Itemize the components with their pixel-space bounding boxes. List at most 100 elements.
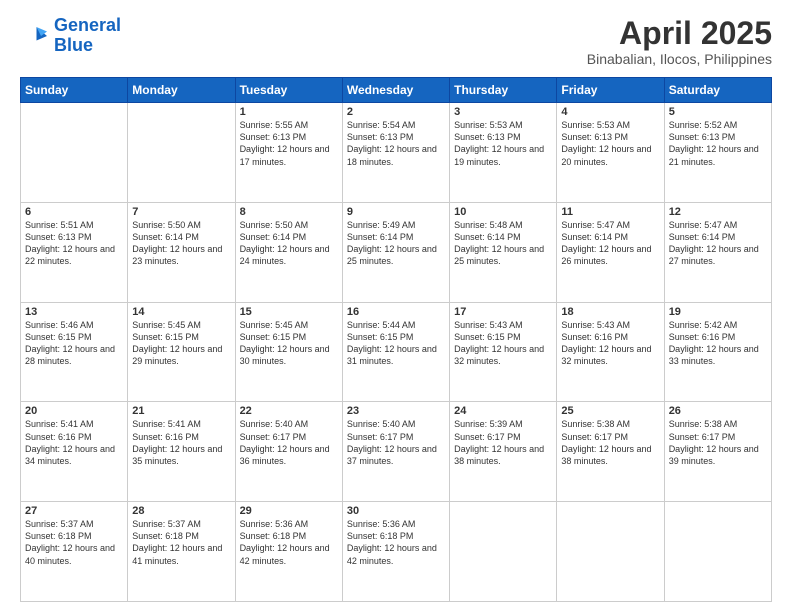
day-number: 28 bbox=[132, 505, 230, 517]
weekday-header-cell: Thursday bbox=[450, 78, 557, 103]
day-info: Sunrise: 5:43 AMSunset: 6:16 PMDaylight:… bbox=[561, 319, 659, 368]
day-info: Sunrise: 5:52 AMSunset: 6:13 PMDaylight:… bbox=[669, 119, 767, 168]
calendar-week-row: 20Sunrise: 5:41 AMSunset: 6:16 PMDayligh… bbox=[21, 402, 772, 502]
day-info: Sunrise: 5:44 AMSunset: 6:15 PMDaylight:… bbox=[347, 319, 445, 368]
day-info: Sunrise: 5:45 AMSunset: 6:15 PMDaylight:… bbox=[240, 319, 338, 368]
day-number: 10 bbox=[454, 206, 552, 218]
calendar-day-cell: 11Sunrise: 5:47 AMSunset: 6:14 PMDayligh… bbox=[557, 202, 664, 302]
day-number: 2 bbox=[347, 106, 445, 118]
page: General Blue April 2025 Binabalian, Iloc… bbox=[0, 0, 792, 612]
day-number: 20 bbox=[25, 405, 123, 417]
calendar-day-cell bbox=[557, 502, 664, 602]
calendar-day-cell: 1Sunrise: 5:55 AMSunset: 6:13 PMDaylight… bbox=[235, 103, 342, 203]
weekday-header-cell: Monday bbox=[128, 78, 235, 103]
logo-icon bbox=[20, 21, 50, 51]
calendar-day-cell bbox=[664, 502, 771, 602]
calendar-day-cell: 30Sunrise: 5:36 AMSunset: 6:18 PMDayligh… bbox=[342, 502, 449, 602]
day-number: 6 bbox=[25, 206, 123, 218]
day-info: Sunrise: 5:42 AMSunset: 6:16 PMDaylight:… bbox=[669, 319, 767, 368]
calendar-week-row: 1Sunrise: 5:55 AMSunset: 6:13 PMDaylight… bbox=[21, 103, 772, 203]
day-info: Sunrise: 5:47 AMSunset: 6:14 PMDaylight:… bbox=[669, 219, 767, 268]
day-number: 16 bbox=[347, 306, 445, 318]
calendar-day-cell bbox=[128, 103, 235, 203]
calendar-day-cell: 5Sunrise: 5:52 AMSunset: 6:13 PMDaylight… bbox=[664, 103, 771, 203]
calendar-day-cell: 21Sunrise: 5:41 AMSunset: 6:16 PMDayligh… bbox=[128, 402, 235, 502]
calendar-day-cell: 7Sunrise: 5:50 AMSunset: 6:14 PMDaylight… bbox=[128, 202, 235, 302]
header-right: April 2025 Binabalian, Ilocos, Philippin… bbox=[587, 16, 772, 67]
day-info: Sunrise: 5:51 AMSunset: 6:13 PMDaylight:… bbox=[25, 219, 123, 268]
logo: General Blue bbox=[20, 16, 121, 56]
day-info: Sunrise: 5:47 AMSunset: 6:14 PMDaylight:… bbox=[561, 219, 659, 268]
calendar-body: 1Sunrise: 5:55 AMSunset: 6:13 PMDaylight… bbox=[21, 103, 772, 602]
day-number: 25 bbox=[561, 405, 659, 417]
weekday-header-cell: Saturday bbox=[664, 78, 771, 103]
day-number: 5 bbox=[669, 106, 767, 118]
calendar-day-cell: 13Sunrise: 5:46 AMSunset: 6:15 PMDayligh… bbox=[21, 302, 128, 402]
day-info: Sunrise: 5:43 AMSunset: 6:15 PMDaylight:… bbox=[454, 319, 552, 368]
day-info: Sunrise: 5:41 AMSunset: 6:16 PMDaylight:… bbox=[132, 418, 230, 467]
calendar-day-cell: 25Sunrise: 5:38 AMSunset: 6:17 PMDayligh… bbox=[557, 402, 664, 502]
day-number: 8 bbox=[240, 206, 338, 218]
calendar-day-cell: 26Sunrise: 5:38 AMSunset: 6:17 PMDayligh… bbox=[664, 402, 771, 502]
calendar-day-cell: 15Sunrise: 5:45 AMSunset: 6:15 PMDayligh… bbox=[235, 302, 342, 402]
day-info: Sunrise: 5:50 AMSunset: 6:14 PMDaylight:… bbox=[240, 219, 338, 268]
day-number: 14 bbox=[132, 306, 230, 318]
day-info: Sunrise: 5:36 AMSunset: 6:18 PMDaylight:… bbox=[240, 518, 338, 567]
calendar-day-cell bbox=[21, 103, 128, 203]
calendar-day-cell bbox=[450, 502, 557, 602]
day-number: 21 bbox=[132, 405, 230, 417]
header: General Blue April 2025 Binabalian, Iloc… bbox=[20, 16, 772, 67]
calendar-week-row: 13Sunrise: 5:46 AMSunset: 6:15 PMDayligh… bbox=[21, 302, 772, 402]
calendar-table: SundayMondayTuesdayWednesdayThursdayFrid… bbox=[20, 77, 772, 602]
calendar-day-cell: 24Sunrise: 5:39 AMSunset: 6:17 PMDayligh… bbox=[450, 402, 557, 502]
day-number: 22 bbox=[240, 405, 338, 417]
day-info: Sunrise: 5:45 AMSunset: 6:15 PMDaylight:… bbox=[132, 319, 230, 368]
calendar-day-cell: 20Sunrise: 5:41 AMSunset: 6:16 PMDayligh… bbox=[21, 402, 128, 502]
day-info: Sunrise: 5:40 AMSunset: 6:17 PMDaylight:… bbox=[240, 418, 338, 467]
day-info: Sunrise: 5:49 AMSunset: 6:14 PMDaylight:… bbox=[347, 219, 445, 268]
weekday-header-cell: Tuesday bbox=[235, 78, 342, 103]
day-info: Sunrise: 5:38 AMSunset: 6:17 PMDaylight:… bbox=[669, 418, 767, 467]
calendar-day-cell: 28Sunrise: 5:37 AMSunset: 6:18 PMDayligh… bbox=[128, 502, 235, 602]
location: Binabalian, Ilocos, Philippines bbox=[587, 51, 772, 67]
day-info: Sunrise: 5:53 AMSunset: 6:13 PMDaylight:… bbox=[561, 119, 659, 168]
calendar-day-cell: 8Sunrise: 5:50 AMSunset: 6:14 PMDaylight… bbox=[235, 202, 342, 302]
day-number: 24 bbox=[454, 405, 552, 417]
day-info: Sunrise: 5:53 AMSunset: 6:13 PMDaylight:… bbox=[454, 119, 552, 168]
day-number: 13 bbox=[25, 306, 123, 318]
day-number: 15 bbox=[240, 306, 338, 318]
weekday-header-cell: Sunday bbox=[21, 78, 128, 103]
calendar-day-cell: 18Sunrise: 5:43 AMSunset: 6:16 PMDayligh… bbox=[557, 302, 664, 402]
calendar-week-row: 6Sunrise: 5:51 AMSunset: 6:13 PMDaylight… bbox=[21, 202, 772, 302]
day-info: Sunrise: 5:41 AMSunset: 6:16 PMDaylight:… bbox=[25, 418, 123, 467]
calendar-day-cell: 3Sunrise: 5:53 AMSunset: 6:13 PMDaylight… bbox=[450, 103, 557, 203]
calendar-day-cell: 29Sunrise: 5:36 AMSunset: 6:18 PMDayligh… bbox=[235, 502, 342, 602]
day-number: 30 bbox=[347, 505, 445, 517]
day-number: 12 bbox=[669, 206, 767, 218]
day-number: 26 bbox=[669, 405, 767, 417]
day-info: Sunrise: 5:39 AMSunset: 6:17 PMDaylight:… bbox=[454, 418, 552, 467]
day-number: 7 bbox=[132, 206, 230, 218]
calendar-day-cell: 6Sunrise: 5:51 AMSunset: 6:13 PMDaylight… bbox=[21, 202, 128, 302]
calendar-day-cell: 9Sunrise: 5:49 AMSunset: 6:14 PMDaylight… bbox=[342, 202, 449, 302]
day-info: Sunrise: 5:40 AMSunset: 6:17 PMDaylight:… bbox=[347, 418, 445, 467]
day-number: 11 bbox=[561, 206, 659, 218]
calendar-day-cell: 2Sunrise: 5:54 AMSunset: 6:13 PMDaylight… bbox=[342, 103, 449, 203]
day-number: 1 bbox=[240, 106, 338, 118]
weekday-header-cell: Wednesday bbox=[342, 78, 449, 103]
day-info: Sunrise: 5:46 AMSunset: 6:15 PMDaylight:… bbox=[25, 319, 123, 368]
month-title: April 2025 bbox=[587, 16, 772, 51]
day-info: Sunrise: 5:37 AMSunset: 6:18 PMDaylight:… bbox=[25, 518, 123, 567]
calendar-day-cell: 4Sunrise: 5:53 AMSunset: 6:13 PMDaylight… bbox=[557, 103, 664, 203]
day-info: Sunrise: 5:54 AMSunset: 6:13 PMDaylight:… bbox=[347, 119, 445, 168]
day-info: Sunrise: 5:48 AMSunset: 6:14 PMDaylight:… bbox=[454, 219, 552, 268]
calendar-day-cell: 14Sunrise: 5:45 AMSunset: 6:15 PMDayligh… bbox=[128, 302, 235, 402]
calendar-day-cell: 19Sunrise: 5:42 AMSunset: 6:16 PMDayligh… bbox=[664, 302, 771, 402]
calendar-day-cell: 22Sunrise: 5:40 AMSunset: 6:17 PMDayligh… bbox=[235, 402, 342, 502]
day-number: 9 bbox=[347, 206, 445, 218]
day-number: 23 bbox=[347, 405, 445, 417]
calendar-day-cell: 23Sunrise: 5:40 AMSunset: 6:17 PMDayligh… bbox=[342, 402, 449, 502]
calendar-day-cell: 17Sunrise: 5:43 AMSunset: 6:15 PMDayligh… bbox=[450, 302, 557, 402]
weekday-header-cell: Friday bbox=[557, 78, 664, 103]
day-number: 27 bbox=[25, 505, 123, 517]
